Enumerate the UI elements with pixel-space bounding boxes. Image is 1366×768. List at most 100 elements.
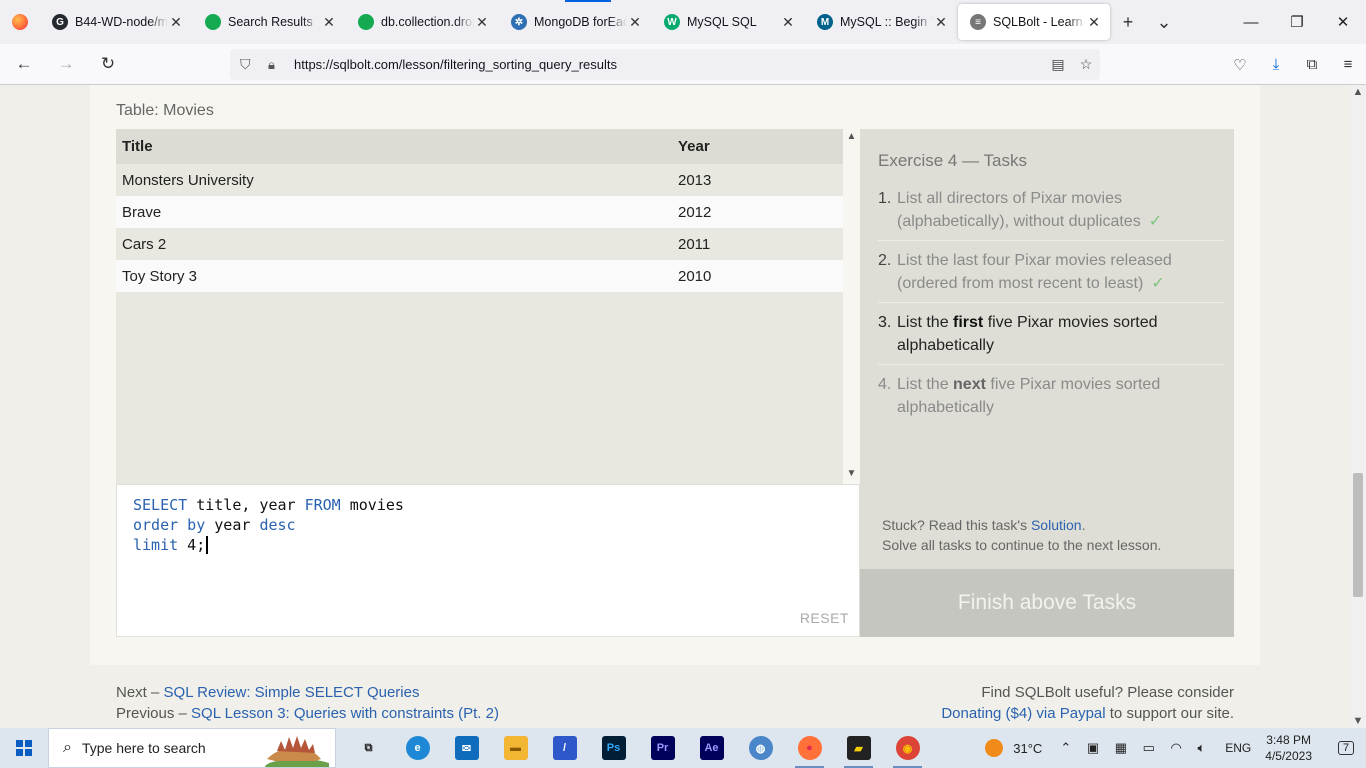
menu-icon[interactable]: ≡	[1330, 44, 1366, 85]
scroll-up-arrow-icon[interactable]: ▲	[843, 131, 860, 145]
query-text[interactable]: SELECT title, year FROM movies order by y…	[133, 495, 843, 555]
task-item: 2. List the last four Pixar movies releas…	[878, 247, 1224, 303]
search-placeholder[interactable]: Type here to search	[82, 740, 206, 756]
next-lesson-link[interactable]: SQL Review: Simple SELECT Queries	[164, 684, 420, 701]
taskbar-app[interactable]: ▰	[834, 728, 883, 768]
app-icon: ✲	[511, 14, 527, 30]
page-scrollbar[interactable]: ▲ ▼	[1350, 85, 1366, 728]
language-indicator[interactable]: ENG	[1225, 741, 1251, 755]
scroll-down-arrow-icon[interactable]: ▼	[1350, 715, 1366, 727]
github-icon: G	[52, 14, 68, 30]
close-tab-icon[interactable]: ✕	[1086, 14, 1102, 31]
database-icon: ≡	[970, 14, 986, 30]
close-tab-icon[interactable]: ✕	[168, 14, 184, 31]
finish-tasks-button[interactable]: Finish above Tasks	[860, 569, 1234, 637]
tab[interactable]: ≡ SQLBolt - Learn SQ✕	[958, 4, 1110, 40]
scroll-up-arrow-icon[interactable]: ▲	[1350, 86, 1366, 98]
query-line[interactable]: order by year desc	[133, 515, 843, 535]
reader-view-icon[interactable]: ▤	[1044, 56, 1072, 73]
taskbar-app[interactable]: Ps	[589, 728, 638, 768]
task-text: List all directors of Pixar movies (alph…	[897, 187, 1224, 233]
tab[interactable]: G B44-WD-node/mongo✕	[40, 4, 192, 40]
sql-keyword: desc	[259, 516, 296, 534]
address-bar[interactable]: ⛉ 🔒︎ https://sqlbolt.com/lesson/filterin…	[230, 49, 1100, 80]
taskbar-app[interactable]: e	[393, 728, 442, 768]
close-tab-icon[interactable]: ✕	[474, 14, 490, 31]
close-window-icon[interactable]: ✕	[1320, 0, 1366, 44]
tab-label[interactable]: MongoDB forEach	[534, 15, 627, 29]
results-table: Title Year Monsters University 2013 Brav…	[116, 129, 843, 292]
close-tab-icon[interactable]: ✕	[321, 14, 337, 31]
close-tab-icon[interactable]: ✕	[627, 14, 643, 31]
scrollbar-thumb[interactable]	[1353, 473, 1363, 597]
tab-label[interactable]: MySQL SQL	[687, 15, 780, 29]
tab[interactable]: Search Results ✕	[193, 4, 345, 40]
tab-label[interactable]: db.collection.drop	[381, 15, 474, 29]
forward-icon[interactable]: →	[48, 48, 84, 80]
back-icon[interactable]: ←	[6, 48, 42, 80]
notification-center-icon[interactable]: 7	[1326, 741, 1366, 755]
pocket-icon[interactable]: ♡	[1222, 44, 1258, 85]
task-text-part: List the last four Pixar movies released…	[897, 252, 1172, 292]
query-line[interactable]: limit 4;	[133, 535, 843, 555]
bookmark-star-icon[interactable]: ☆	[1072, 56, 1100, 73]
tab[interactable]: W MySQL SQL ✕	[652, 4, 804, 40]
taskbar-app[interactable]: ▬	[491, 728, 540, 768]
tab[interactable]: db.collection.drop ✕	[346, 4, 498, 40]
windows-taskbar: ⌕ Type here to search ⧉ e ✉ ▬ / Ps Pr Ae ◍ ● ▰ ◉ 31…	[0, 728, 1366, 768]
taskbar-app[interactable]: ◉	[883, 728, 932, 768]
tab-label[interactable]: Search Results	[228, 15, 321, 29]
taskbar-app[interactable]: Ae	[687, 728, 736, 768]
task-text-part: List the	[897, 376, 954, 393]
donate-link[interactable]: Donating ($4) via Paypal	[941, 705, 1105, 722]
restore-icon[interactable]: ❐	[1274, 0, 1320, 44]
new-tab-button[interactable]: +	[1110, 4, 1146, 40]
reset-button[interactable]: RESET	[800, 608, 849, 628]
reload-icon[interactable]: ↻	[90, 48, 126, 80]
close-tab-icon[interactable]: ✕	[780, 14, 796, 31]
start-button[interactable]	[0, 728, 48, 768]
tab[interactable]: ✲ MongoDB forEach ✕	[499, 4, 651, 40]
query-line[interactable]: SELECT title, year FROM movies	[133, 495, 843, 515]
downloads-icon[interactable]: ⤓	[1258, 44, 1294, 85]
firefox-view-icon[interactable]	[0, 0, 40, 44]
taskbar-search-box[interactable]: ⌕ Type here to search	[48, 728, 336, 768]
temperature[interactable]: 31°C	[1013, 741, 1042, 756]
tab[interactable]: M MySQL :: Begin Yo✕	[805, 4, 957, 40]
sql-identifier: year	[205, 516, 260, 534]
tracking-protection-shield-icon[interactable]: ⛉	[240, 56, 258, 73]
solution-link[interactable]: Solution	[1031, 517, 1082, 533]
taskbar-app[interactable]: ⧉	[344, 728, 393, 768]
url-text[interactable]: https://sqlbolt.com/lesson/filtering_sor…	[294, 57, 1044, 72]
previous-lesson-link[interactable]: SQL Lesson 3: Queries with constraints (…	[191, 705, 499, 722]
taskbar-app[interactable]: ◍	[736, 728, 785, 768]
weather-sun-icon[interactable]	[985, 739, 1004, 757]
page-viewport: Table: Movies Title Year Monsters Univer…	[0, 85, 1350, 728]
tab-label[interactable]: MySQL :: Begin Yo	[840, 15, 933, 29]
extensions-icon[interactable]: ⧉	[1294, 44, 1330, 85]
taskbar-app[interactable]: ●	[785, 728, 834, 768]
taskbar-app[interactable]: Pr	[638, 728, 687, 768]
firefox-icon: ●	[797, 736, 822, 760]
tray-icons[interactable]: ⌃ ▣ ▦ ▭ ◠ 🔈︎	[1060, 740, 1211, 756]
close-tab-icon[interactable]: ✕	[933, 14, 949, 31]
list-all-tabs-icon[interactable]: ⌄	[1146, 4, 1182, 40]
lock-icon[interactable]: 🔒︎	[268, 57, 284, 73]
sql-keyword: SELECT	[133, 496, 188, 514]
sql-identifier: title, year	[187, 496, 305, 514]
taskbar-app[interactable]: ✉	[442, 728, 491, 768]
taskbar-app[interactable]: /	[540, 728, 589, 768]
tab-label[interactable]: SQLBolt - Learn SQ	[993, 15, 1086, 29]
file-explorer-icon: ▬	[503, 736, 528, 760]
table-scrollbar[interactable]: ▲ ▼	[843, 129, 860, 484]
scroll-down-arrow-icon[interactable]: ▼	[843, 468, 860, 482]
table-row: Brave 2012	[116, 196, 843, 228]
sql-identifier: movies	[340, 496, 404, 514]
lesson-exercise-card: Table: Movies Title Year Monsters Univer…	[90, 85, 1260, 665]
minimize-icon[interactable]: —	[1228, 0, 1274, 44]
sql-identifier: 4;	[178, 536, 206, 554]
tab-label[interactable]: B44-WD-node/mongo	[75, 15, 168, 29]
sql-query-editor[interactable]: SELECT title, year FROM movies order by y…	[116, 484, 860, 637]
clock[interactable]: 3:48 PM 4/5/2023	[1265, 732, 1312, 764]
lesson-navigation: Next – SQL Review: Simple SELECT Queries…	[116, 682, 499, 724]
